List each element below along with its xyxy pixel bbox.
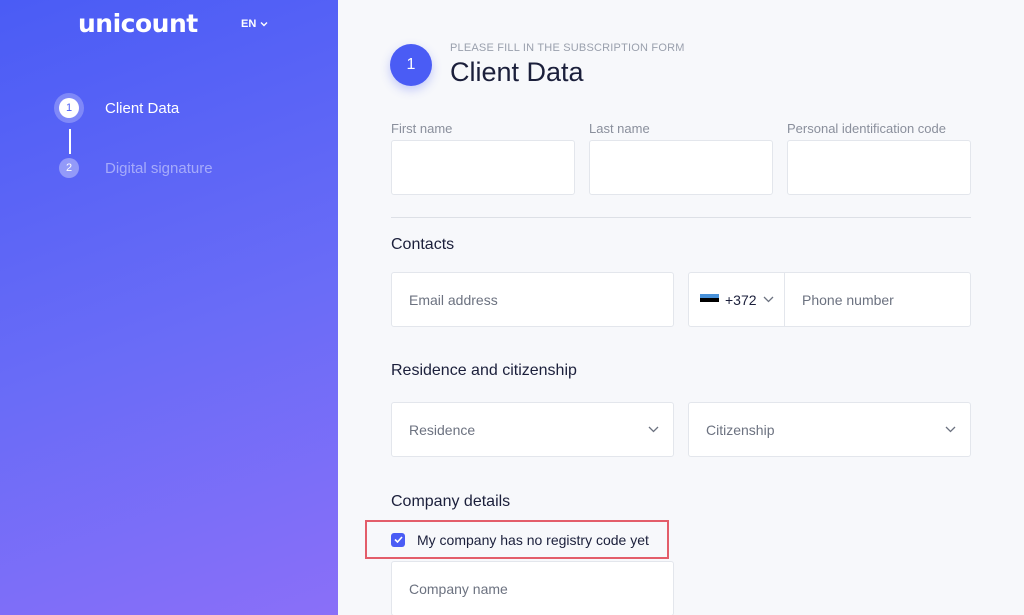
estonia-flag-icon	[700, 293, 719, 306]
page-title: Client Data	[450, 57, 584, 87]
citizenship-select[interactable]: Citizenship	[688, 402, 971, 457]
step-digital-signature[interactable]: 2 Digital signature	[54, 153, 213, 183]
email-field[interactable]: Email address	[391, 272, 674, 327]
personal-code-field[interactable]	[787, 140, 971, 195]
company-heading: Company details	[391, 493, 511, 510]
step-client-data[interactable]: 1 Client Data	[54, 93, 179, 123]
language-selector[interactable]: EN	[241, 18, 268, 30]
personal-code-label: Personal identification code	[787, 121, 946, 136]
residence-heading: Residence and citizenship	[391, 362, 577, 379]
phone-number-field[interactable]: Phone number	[784, 272, 971, 327]
sidebar: unicount EN 1 Client Data 2 Digital sign…	[0, 0, 338, 615]
email-placeholder: Email address	[409, 291, 498, 308]
citizenship-placeholder: Citizenship	[706, 421, 775, 438]
no-registry-code-label: My company has no registry code yet	[417, 531, 649, 548]
unicount-logo[interactable]: unicount	[78, 9, 198, 38]
chevron-down-icon	[763, 296, 774, 303]
residence-select[interactable]: Residence	[391, 402, 674, 457]
divider	[391, 217, 971, 218]
chevron-down-icon	[648, 426, 659, 433]
chevron-down-icon	[945, 426, 956, 433]
phone-country-code: +372	[725, 291, 757, 308]
chevron-down-icon	[260, 22, 268, 27]
step-number-badge: 1	[54, 93, 84, 123]
no-registry-code-checkbox[interactable]: My company has no registry code yet	[365, 520, 669, 559]
residence-placeholder: Residence	[409, 421, 476, 438]
step-connector	[69, 129, 71, 154]
step-label: Digital signature	[105, 159, 213, 177]
last-name-field[interactable]	[589, 140, 773, 195]
step-label: Client Data	[105, 99, 180, 117]
form-panel: 1 PLEASE FILL IN THE SUBSCRIPTION FORM C…	[338, 0, 1024, 615]
step-number-badge: 2	[54, 153, 84, 183]
checkbox-checked[interactable]	[391, 532, 405, 547]
phone-country-selector[interactable]: +372	[688, 272, 785, 327]
last-name-label: Last name	[589, 121, 650, 136]
form-subtitle: PLEASE FILL IN THE SUBSCRIPTION FORM	[450, 42, 685, 54]
contacts-heading: Contacts	[391, 236, 455, 253]
company-name-placeholder: Company name	[409, 580, 508, 597]
language-label: EN	[241, 18, 257, 30]
checkmark-icon	[393, 536, 403, 543]
step-indicator: 1	[390, 44, 432, 86]
phone-number-placeholder: Phone number	[802, 291, 894, 308]
company-name-field[interactable]: Company name	[391, 561, 674, 615]
first-name-label: First name	[391, 121, 453, 136]
first-name-field[interactable]	[391, 140, 575, 195]
